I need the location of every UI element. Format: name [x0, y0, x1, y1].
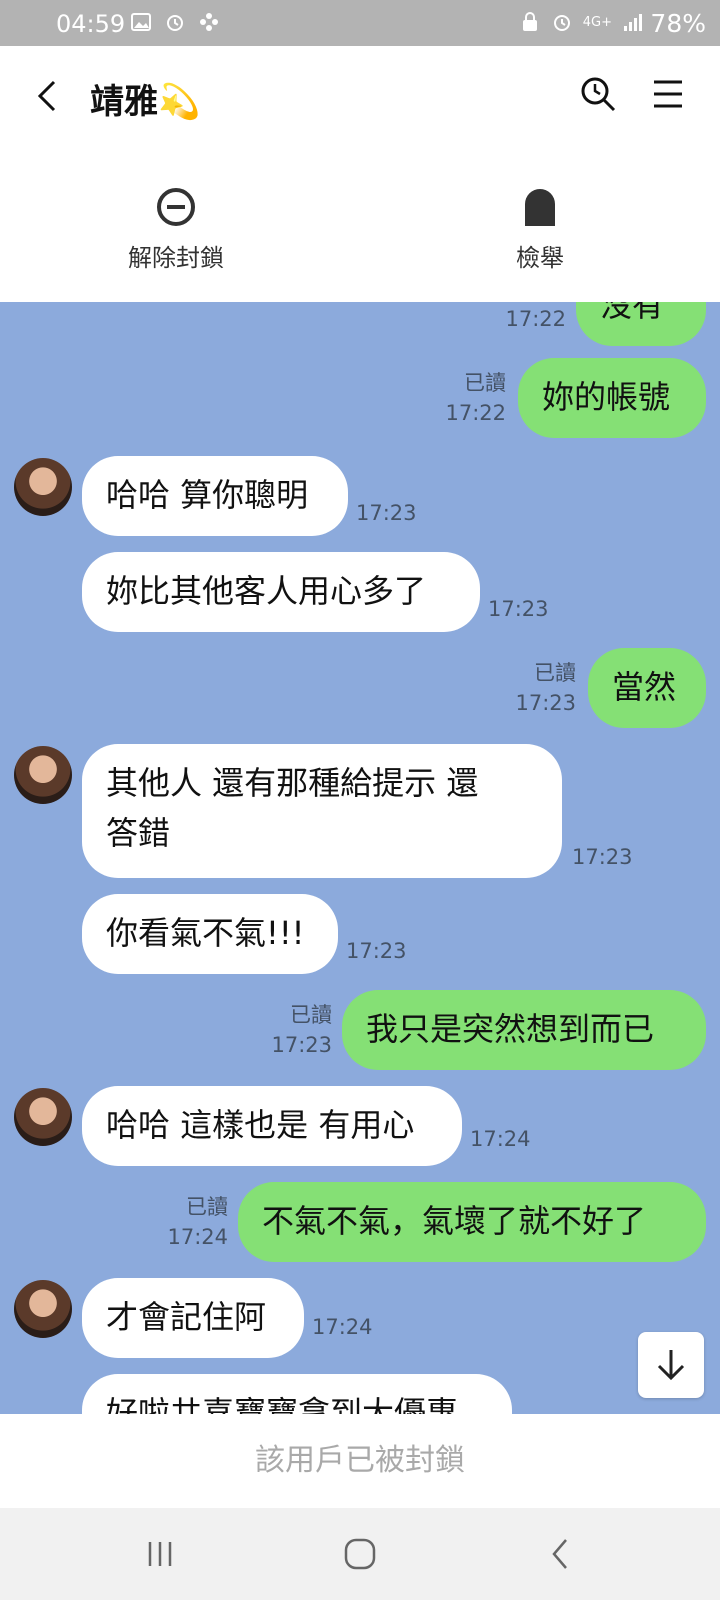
lock-icon — [522, 12, 537, 31]
outgoing-message[interactable]: 當然 — [588, 648, 706, 728]
game-icon — [200, 13, 218, 31]
message-time: 17:24 — [470, 1127, 531, 1151]
incoming-message[interactable]: 你看氣不氣!!! — [82, 894, 338, 974]
avatar[interactable] — [14, 1088, 72, 1146]
message-time: 17:23 — [356, 501, 417, 525]
avatar[interactable] — [14, 458, 72, 516]
report-button[interactable]: 檢舉 — [450, 186, 630, 273]
read-receipt: 已讀 — [534, 661, 576, 685]
chat-area[interactable]: 沒有 17:22 妳的帳號 已讀 17:22 哈哈 算你聰明 17:23 妳比其… — [0, 302, 720, 1414]
report-icon — [525, 189, 555, 226]
incoming-message[interactable]: 其他人 還有那種給提示 還 答錯 — [82, 744, 562, 878]
unblock-icon — [157, 188, 195, 226]
message-time: 17:23 — [346, 939, 407, 963]
outgoing-message[interactable]: 我只是突然想到而已 — [342, 990, 706, 1070]
system-navigation-bar — [0, 1508, 720, 1600]
chat-header: 靖雅💫 解除封鎖 檢舉 — [0, 46, 720, 302]
outgoing-message[interactable]: 沒有 — [576, 302, 706, 346]
home-icon[interactable] — [340, 1536, 380, 1572]
signal-icon — [624, 14, 642, 31]
unblock-button[interactable]: 解除封鎖 — [86, 186, 266, 273]
unblock-label: 解除封鎖 — [128, 244, 224, 272]
message-time: 17:24 — [167, 1225, 228, 1249]
status-bar: 04:59 4G+ 78% — [0, 0, 720, 46]
alarm-icon — [167, 15, 183, 31]
gallery-icon — [131, 13, 151, 31]
scroll-to-bottom-button[interactable] — [638, 1332, 704, 1398]
network-label: 4G+ — [582, 14, 612, 30]
menu-icon[interactable] — [650, 76, 686, 112]
battery-level: 78% — [650, 9, 706, 38]
incoming-message[interactable]: 哈哈 算你聰明 — [82, 456, 348, 536]
incoming-message[interactable]: 才會記住阿 — [82, 1278, 304, 1358]
back-arrow-icon[interactable] — [30, 78, 66, 114]
report-label: 檢舉 — [516, 244, 564, 272]
back-nav-icon[interactable] — [542, 1536, 582, 1572]
recent-apps-icon[interactable] — [140, 1536, 180, 1572]
avatar[interactable] — [14, 746, 72, 804]
message-time: 17:23 — [271, 1033, 332, 1057]
blocked-notice-text: 該用戶已被封鎖 — [255, 1443, 465, 1478]
alarm-clock-icon — [553, 15, 570, 31]
incoming-message[interactable]: 妳比其他客人用心多了 — [82, 552, 480, 632]
status-time: 04:59 — [56, 10, 126, 38]
message-time: 17:24 — [312, 1315, 373, 1339]
message-time: 17:23 — [488, 597, 549, 621]
arrow-down-icon — [657, 1350, 685, 1381]
search-icon[interactable] — [578, 74, 618, 114]
read-receipt: 已讀 — [186, 1195, 228, 1219]
read-receipt: 已讀 — [464, 371, 506, 395]
chat-title: 靖雅💫 — [90, 82, 201, 122]
message-time: 17:22 — [505, 307, 566, 331]
outgoing-message[interactable]: 妳的帳號 — [518, 358, 706, 438]
incoming-message[interactable]: 哈哈 這樣也是 有用心 — [82, 1086, 462, 1166]
read-receipt: 已讀 — [290, 1003, 332, 1027]
avatar[interactable] — [14, 1280, 72, 1338]
incoming-message[interactable]: 好啦共喜寶寶拿到大優惠 — [82, 1374, 512, 1414]
outgoing-message[interactable]: 不氣不氣，氣壞了就不好了 — [238, 1182, 706, 1262]
message-time: 17:23 — [572, 845, 633, 869]
message-time: 17:22 — [445, 401, 506, 425]
blocked-notice-bar: 該用戶已被封鎖 — [0, 1414, 720, 1508]
message-time: 17:23 — [515, 691, 576, 715]
